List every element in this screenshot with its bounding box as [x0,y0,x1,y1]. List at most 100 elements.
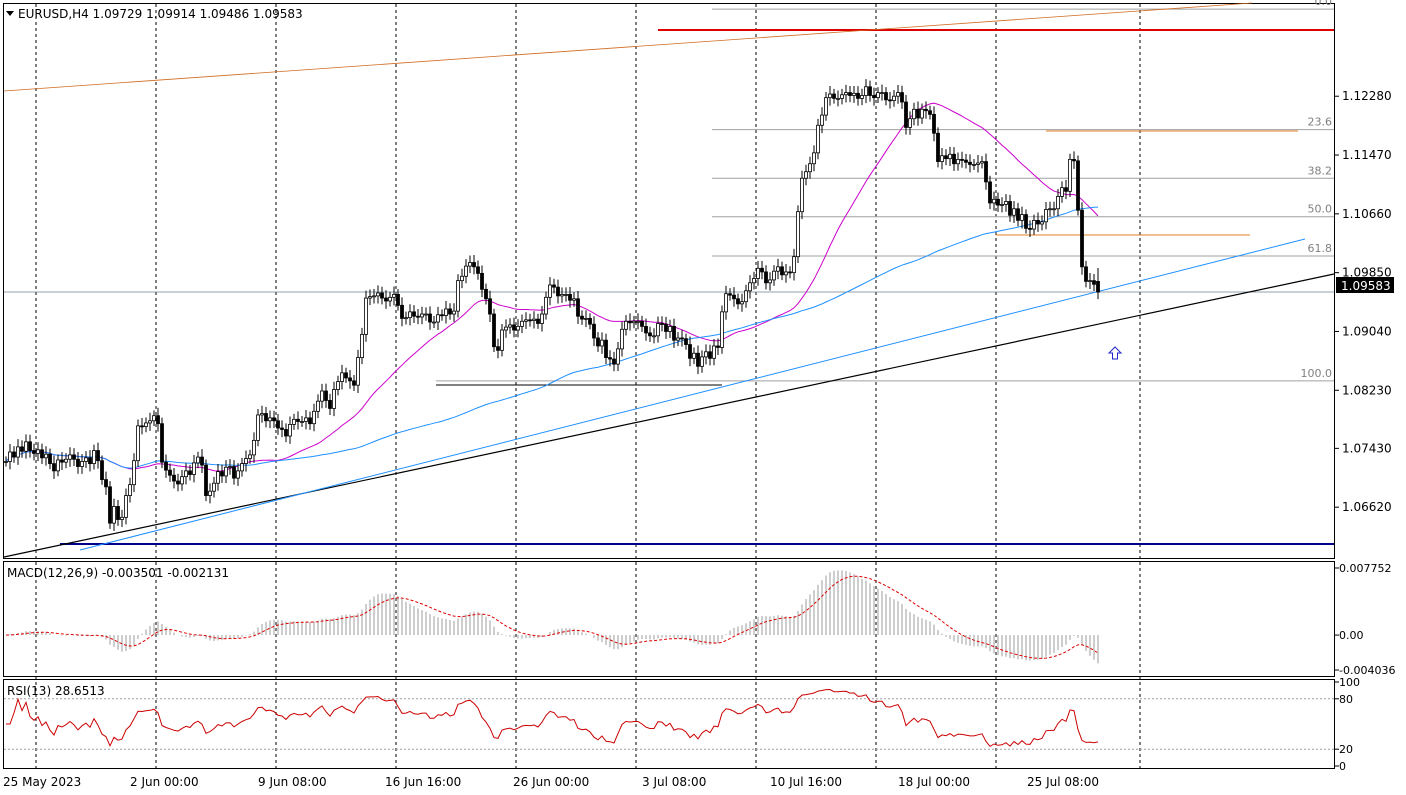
candle[interactable] [816,118,820,160]
candle[interactable] [112,498,116,531]
candle[interactable] [180,469,184,491]
candle[interactable] [464,259,468,284]
candle[interactable] [384,290,388,309]
candle[interactable] [380,286,384,305]
candle[interactable] [656,316,660,343]
candle[interactable] [752,271,756,290]
candle[interactable] [88,450,92,472]
candle[interactable] [164,454,168,478]
candle[interactable] [308,411,312,430]
candle[interactable] [500,324,504,357]
candle[interactable] [624,315,628,336]
candle[interactable] [732,287,736,307]
candle[interactable] [548,277,552,306]
candle[interactable] [280,420,284,438]
candle[interactable] [460,268,464,289]
candle[interactable] [240,457,244,477]
candle[interactable] [808,156,812,179]
candle[interactable] [1020,206,1024,229]
candle[interactable] [888,91,892,109]
candle[interactable] [720,305,724,354]
candle[interactable] [288,416,292,444]
candle[interactable] [212,476,216,498]
candle[interactable] [832,88,836,104]
candle[interactable] [504,319,508,338]
candle[interactable] [712,339,716,366]
candle[interactable] [872,87,876,106]
candle[interactable] [980,156,984,169]
candle[interactable] [28,434,32,458]
candle[interactable] [448,303,452,320]
candle[interactable] [124,488,128,525]
candle[interactable] [1060,181,1064,203]
candle[interactable] [416,308,420,325]
candle[interactable] [780,261,784,281]
candle[interactable] [856,86,860,106]
candle[interactable] [676,332,680,347]
candle[interactable] [772,265,776,286]
candle[interactable] [36,442,40,462]
candle[interactable] [148,412,152,431]
candle[interactable] [556,279,560,304]
macd-signal-line[interactable] [5,575,1099,659]
candle[interactable] [1048,201,1052,217]
candle[interactable] [1032,214,1036,235]
candle[interactable] [44,446,48,466]
candle[interactable] [104,471,108,495]
candle[interactable] [160,417,164,469]
trading-chart[interactable]: 0.023.638.250.061.8100.0 0.0077520.00-0.… [0,0,1406,795]
candle[interactable] [564,287,568,302]
candle[interactable] [800,170,804,220]
candle[interactable] [916,101,920,126]
candle[interactable] [508,318,512,334]
candle[interactable] [904,94,908,135]
candle[interactable] [408,304,412,326]
candle[interactable] [268,410,272,429]
candle[interactable] [1088,272,1092,290]
candle[interactable] [836,90,840,107]
candle[interactable] [536,313,540,329]
candle[interactable] [696,345,700,375]
candle[interactable] [48,448,52,470]
candle[interactable] [520,314,524,334]
price-pane[interactable] [3,3,1335,559]
candle[interactable] [828,86,832,106]
candle[interactable] [1024,209,1028,234]
candle[interactable] [576,291,580,325]
candle[interactable] [640,315,644,332]
candle[interactable] [584,310,588,328]
candle[interactable] [600,332,604,354]
candle[interactable] [56,454,60,477]
candle[interactable] [312,403,316,432]
candle[interactable] [76,452,80,474]
candle[interactable] [984,153,988,190]
candle[interactable] [740,293,744,312]
candle[interactable] [968,154,972,173]
candle[interactable] [324,383,328,408]
candle[interactable] [412,305,416,323]
candle[interactable] [140,418,144,435]
candle[interactable] [488,290,492,323]
candle[interactable] [1092,273,1096,291]
candle[interactable] [1072,151,1076,169]
candle[interactable] [144,417,148,433]
candle[interactable] [604,333,608,365]
candle[interactable] [68,447,72,467]
candle[interactable] [956,152,960,171]
candle[interactable] [804,164,808,186]
candle[interactable] [320,383,324,409]
candle[interactable] [952,147,956,171]
candle[interactable] [908,111,912,135]
candle[interactable] [1096,268,1100,300]
candle[interactable] [16,439,20,465]
candle[interactable] [580,310,584,325]
candle[interactable] [376,285,380,304]
candle[interactable] [264,406,268,428]
candle[interactable] [484,283,488,305]
candle[interactable] [436,306,440,330]
candle[interactable] [108,481,112,529]
candle[interactable] [700,350,704,373]
candle[interactable] [8,444,12,470]
candle[interactable] [976,155,980,173]
candle[interactable] [632,315,636,329]
